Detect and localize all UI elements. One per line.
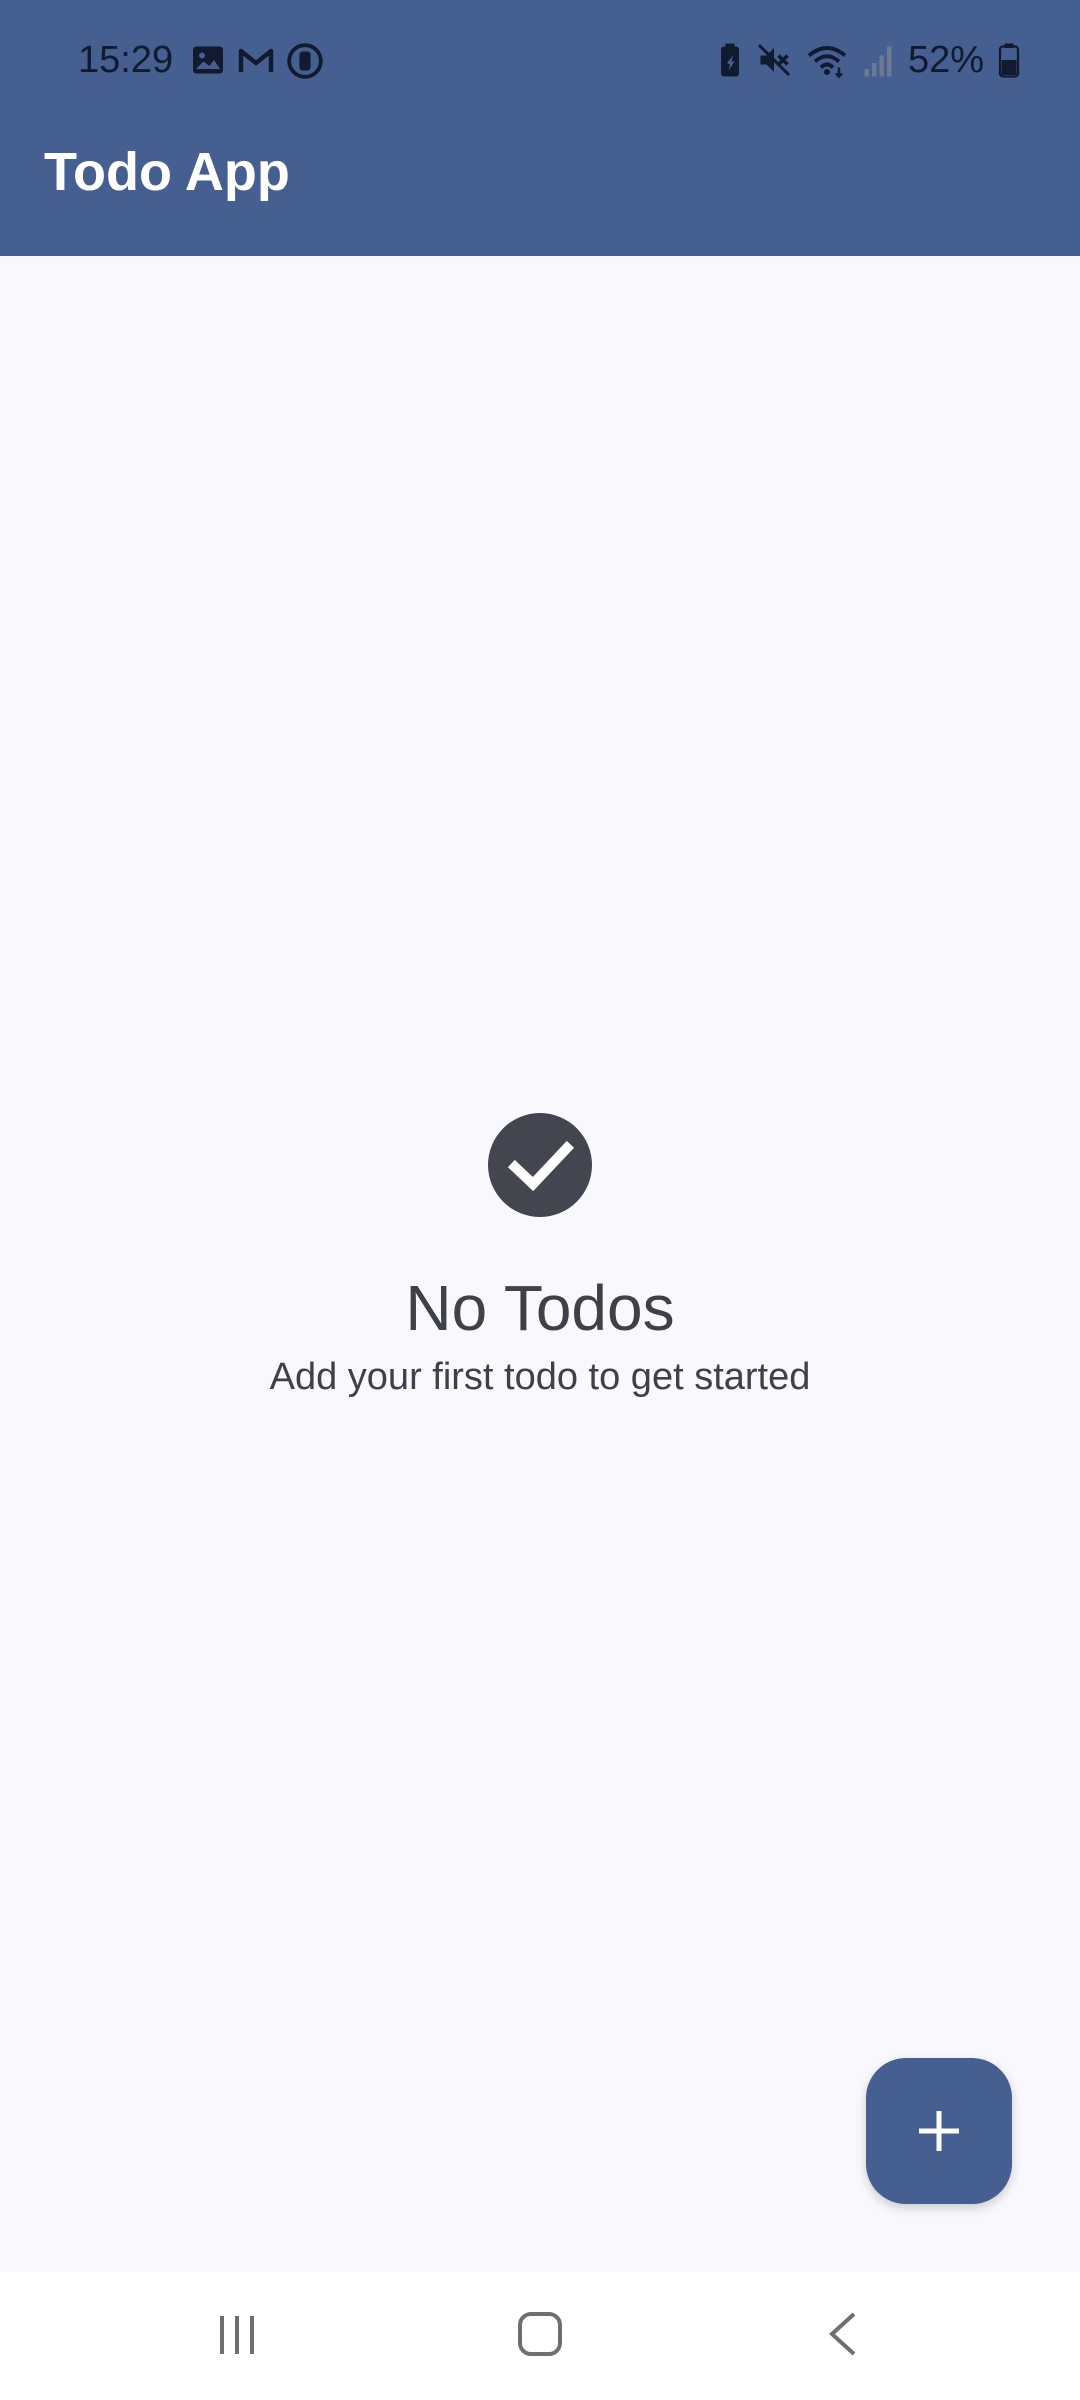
empty-subtitle: Add your first todo to get started [269,1356,811,1398]
status-left-icons [190,42,324,80]
navigation-bar [0,2272,1080,2400]
status-time: 15:29 [78,39,174,81]
status-right-icons: 52% [718,38,1020,82]
signal-icon [864,46,892,77]
empty-state: No Todos Add your first todo to get star… [0,1110,1080,1400]
sync-icon [287,43,323,79]
back-icon[interactable] [818,2308,868,2360]
check-circle-icon [488,1113,592,1217]
battery-percent: 52% [907,39,984,81]
add-todo-button[interactable] [866,2058,1012,2204]
image-icon [193,46,223,74]
app-title: Todo App [44,142,290,202]
plus-icon [919,2111,959,2151]
battery-saver-icon [720,43,739,77]
battery-icon [998,43,1020,78]
empty-title: No Todos [405,1272,675,1344]
mute-icon [757,43,790,77]
status-bar: 15:29 52% [0,0,1080,120]
home-icon[interactable] [514,2308,566,2360]
app-header: 15:29 52% Todo App [0,0,1080,256]
wifi-icon [807,46,847,78]
gmail-icon [238,48,274,72]
recents-icon[interactable] [212,2310,262,2360]
